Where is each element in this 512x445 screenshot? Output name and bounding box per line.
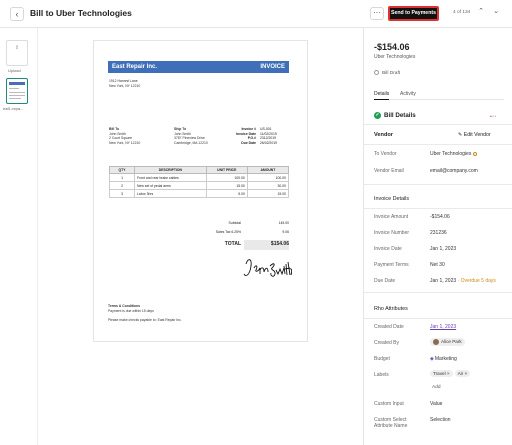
send-to-payments-button[interactable]: Send to Payments [388, 6, 439, 21]
invoice-meta-values: US-001 11/02/2019 2312/2019 26/02/2019 [260, 127, 277, 145]
custom-input-label: Custom Input [374, 401, 404, 407]
top-bar: ‹ Bill to Uber Technologies ··· Send to … [0, 0, 512, 28]
vendor-email-value[interactable]: email@company.com [430, 168, 478, 174]
status-label: Bill Draft [382, 70, 401, 76]
more-options-button[interactable]: ··· [370, 7, 384, 20]
invoice-details-heading: Invoice Details [374, 196, 410, 202]
budget-label: Budget [374, 356, 390, 362]
document-thumbnail[interactable] [6, 78, 28, 104]
line-items-table: QTY DESCRIPTION UNIT PRICE AMOUNT 1 Fron… [108, 166, 290, 198]
due-date-label: Due Date [374, 278, 396, 284]
edit-vendor-button[interactable]: ✎ Edit Vendor [458, 132, 491, 138]
vendor-subtitle: Uber Technologies [374, 54, 416, 60]
chevron-up-icon[interactable]: ⌃ [477, 8, 485, 16]
close-icon[interactable]: × [447, 371, 450, 376]
invoice-date-value[interactable]: Jan 1, 2023 [430, 246, 456, 252]
ship-to-block: Ship To John Smith 3787 Pineview Drive C… [174, 127, 208, 145]
labels-label: Labels [374, 372, 389, 378]
check-circle-icon: ✓ [374, 112, 381, 119]
invoice-number-label: Invoice Number [374, 230, 410, 236]
pager-count: 4 of 134 [453, 10, 471, 15]
custom-select-label: Custom Select Attribute Name [374, 417, 408, 429]
invoice-amount-value[interactable]: -$154.06 [430, 214, 450, 220]
vendor-heading: Vendor [374, 132, 393, 138]
tab-details[interactable]: Details [374, 91, 390, 100]
thumbnail-strip: ⇪ Upload eaf1-repa... [0, 28, 38, 445]
bill-details-heading: ✓ Bill Details [374, 112, 416, 120]
signature-image [243, 259, 292, 277]
avatar [433, 339, 439, 345]
details-panel: -$154.06 Uber Technologies Bill Draft De… [363, 28, 512, 445]
budget-dot-icon: ◆ [430, 356, 434, 362]
invoice-amount-label: Invoice Amount [374, 214, 409, 220]
overdue-badge: · Overdue 5 days [457, 278, 496, 284]
created-by-label: Created By [374, 340, 400, 346]
upload-thumbnail[interactable]: ⇪ [6, 40, 28, 66]
back-button[interactable]: ‹ [10, 7, 24, 21]
created-date-label: Created Date [374, 324, 404, 330]
to-vendor-label: To Vendor [374, 151, 397, 157]
tab-activity[interactable]: Activity [400, 91, 416, 97]
created-by-value[interactable]: Alice Park [430, 338, 467, 346]
invoice-header-bar: East Repair Inc. INVOICE [108, 61, 289, 73]
to-vendor-value[interactable]: Uber Technologies [430, 151, 478, 157]
created-date-value[interactable]: Jan 1, 2023 [430, 324, 456, 330]
add-label-button[interactable]: Add [432, 385, 441, 390]
upload-label: Upload [8, 68, 21, 73]
invoice-date-label: Invoice Date [374, 246, 402, 252]
terms-block: Terms & Conditions Payment is due within… [108, 304, 182, 322]
invoice-meta-labels: Invoice # Invoice Date P.O.# Due Date [236, 127, 256, 145]
payment-terms-label: Payment Terms [374, 262, 409, 268]
upload-icon: ⇪ [14, 45, 20, 51]
panel-tabs: Details Activity [374, 90, 504, 100]
bill-amount: -$154.06 [374, 42, 410, 52]
table-row: 3 Labor 3hrs 5.00 15.00 [108, 189, 290, 198]
labels-value: Travel × Air × [430, 370, 472, 377]
payment-terms-value[interactable]: Net 30 [430, 262, 445, 268]
company-address: 1912 Harvest Lane New York, NY 12210 [109, 79, 141, 88]
attributes-heading: Rho Attributes [374, 306, 408, 312]
invoice-document: East Repair Inc. INVOICE 1912 Harvest La… [93, 40, 308, 342]
invoice-number-value[interactable]: 231236 [430, 230, 447, 236]
bill-to-block: Bill To John Smith 2 Court Square New Yo… [109, 127, 141, 145]
close-icon[interactable]: × [464, 371, 467, 376]
chevron-down-icon[interactable]: ⌄ [492, 8, 500, 16]
vendor-email-label: Vendor Email [374, 168, 404, 174]
chevron-left-icon: ‹ [15, 9, 19, 19]
step-dots-icon: ••• [490, 114, 497, 120]
table-row: 1 Front and rear brake cables 100.00 100… [108, 173, 290, 182]
label-pill[interactable]: Travel × [430, 370, 453, 377]
page-title: Bill to Uber Technologies [30, 8, 132, 18]
status-row: Bill Draft [374, 70, 400, 76]
custom-input-value[interactable]: Value [430, 401, 442, 407]
document-viewer: East Repair Inc. INVOICE 1912 Harvest La… [38, 28, 363, 445]
warning-icon [473, 151, 478, 156]
invoice-company-name: East Repair Inc. [112, 64, 158, 70]
label-pill[interactable]: Air × [454, 370, 471, 377]
invoice-title: INVOICE [260, 64, 285, 70]
custom-select-value[interactable]: Selection [430, 417, 451, 423]
table-row: 2 New set of pedal arms 15.00 30.00 [108, 181, 290, 190]
status-circle-icon [374, 70, 379, 75]
document-thumbnail-label: eaf1-repa... [3, 106, 24, 111]
due-date-value[interactable]: Jan 1, 2023 · Overdue 5 days [430, 278, 496, 284]
budget-value[interactable]: ◆Marketing [430, 356, 457, 362]
